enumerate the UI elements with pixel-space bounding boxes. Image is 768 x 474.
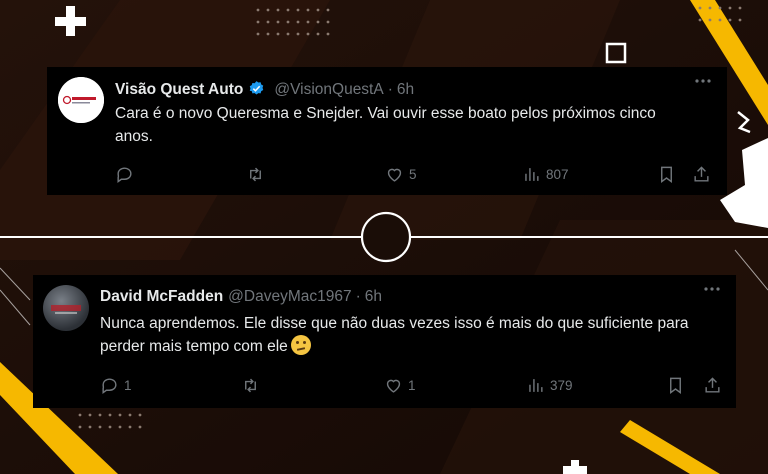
- like-button[interactable]: 1: [384, 374, 416, 396]
- reply-button[interactable]: 1: [100, 374, 132, 396]
- views-icon: [529, 378, 543, 392]
- like-icon: [386, 379, 401, 393]
- tweet-header: David McFadden @DaveyMac1967 · 6h: [100, 288, 382, 306]
- bookmark-icon: [670, 377, 681, 394]
- reply-count: 1: [124, 377, 132, 393]
- timestamp[interactable]: 6h: [397, 81, 414, 98]
- author-name[interactable]: David McFadden: [100, 288, 223, 305]
- bookmark-button[interactable]: [657, 163, 676, 185]
- bookmark-icon: [661, 166, 672, 183]
- views-icon: [525, 167, 539, 181]
- tweet-card[interactable]: David McFadden @DaveyMac1967 · 6h Nunca apr…: [33, 275, 736, 408]
- tweet-text: Cara é o novo Queresma e Snejder. Vai ou…: [115, 105, 656, 145]
- retweet-icon: [245, 378, 256, 392]
- profile-photo-icon: [51, 305, 81, 314]
- views-count: 807: [546, 166, 569, 182]
- tweet-actions: 1 1 379: [100, 374, 722, 396]
- like-button[interactable]: 5: [385, 163, 417, 185]
- bookmark-button[interactable]: [666, 374, 685, 396]
- separator: ·: [387, 81, 393, 98]
- like-count: 5: [409, 166, 417, 182]
- like-count: 1: [408, 377, 416, 393]
- views-button[interactable]: 807: [522, 163, 569, 185]
- more-icon[interactable]: [693, 73, 713, 89]
- thinking-face-icon: [290, 335, 311, 355]
- share-icon: [705, 376, 720, 393]
- reply-icon: [102, 377, 117, 394]
- reply-icon: [117, 166, 132, 183]
- tweet-text-body: Nunca aprendemos. Ele disse que não duas…: [100, 315, 689, 355]
- reply-button[interactable]: [115, 163, 139, 185]
- views-button[interactable]: 379: [526, 374, 573, 396]
- author-name[interactable]: Visão Quest Auto: [115, 81, 243, 98]
- like-icon: [387, 168, 402, 182]
- views-count: 379: [550, 377, 573, 393]
- share-button[interactable]: [692, 163, 711, 185]
- share-icon: [694, 165, 709, 182]
- tweet-text: Nunca aprendemos. Ele disse que não duas…: [100, 312, 710, 358]
- author-handle[interactable]: @DaveyMac1967: [228, 288, 351, 305]
- center-circle: [360, 211, 412, 263]
- avatar[interactable]: [43, 285, 89, 331]
- tweet-actions: 5 807: [115, 163, 715, 185]
- tweet-card[interactable]: Visão Quest Auto @VisionQuestA · 6h Cara é …: [47, 67, 727, 195]
- author-handle[interactable]: @VisionQuestA: [274, 81, 383, 98]
- share-button[interactable]: [703, 374, 722, 396]
- retweet-icon: [250, 167, 261, 181]
- tweet-header: Visão Quest Auto @VisionQuestA · 6h: [115, 80, 414, 99]
- more-icon[interactable]: [702, 281, 722, 297]
- retweet-button[interactable]: [246, 163, 270, 185]
- verified-badge-icon: [250, 81, 264, 95]
- separator: ·: [355, 288, 361, 305]
- retweet-button[interactable]: [241, 374, 265, 396]
- timestamp[interactable]: 6h: [365, 288, 382, 305]
- avatar[interactable]: [58, 77, 104, 123]
- visao-quest-auto-logo-icon: [58, 77, 104, 123]
